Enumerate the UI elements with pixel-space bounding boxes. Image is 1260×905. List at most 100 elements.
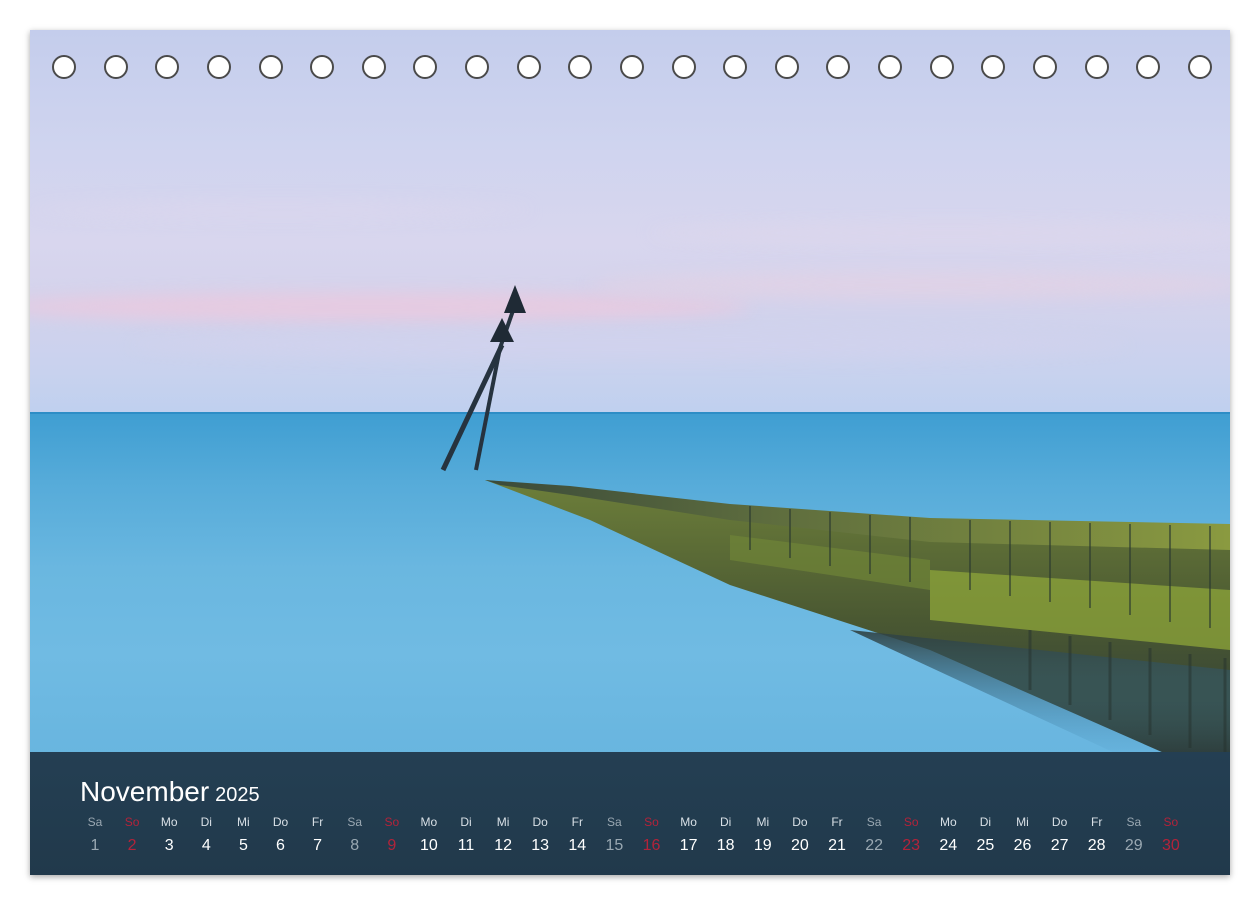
day-cell: Mo 3 xyxy=(149,814,189,856)
binding-ring xyxy=(568,55,593,79)
day-cell: Di 18 xyxy=(706,814,746,856)
weekday-label: Mi xyxy=(1016,815,1029,829)
day-cell: Sa 8 xyxy=(335,814,375,856)
day-number: 12 xyxy=(494,837,512,854)
weekday-label: Fr xyxy=(311,815,324,829)
weekday-label: Fr xyxy=(571,815,583,829)
day-number: 11 xyxy=(457,837,475,854)
month-name: November xyxy=(80,776,210,807)
binding-ring xyxy=(1084,55,1109,79)
day-cell: Mi 5 xyxy=(223,814,263,856)
binding-ring xyxy=(1032,55,1057,79)
day-cell: So 30 xyxy=(1151,814,1191,856)
weekday-label: So xyxy=(903,815,919,829)
binding-ring xyxy=(206,55,231,79)
weekday-label: Sa xyxy=(347,815,363,829)
calendar-banner: November 2025 Sa 1 So 2 Mo 3 Di 4 Mi 5 Do 6 Fr 7 Sa 8 So 9… xyxy=(30,752,1230,875)
day-number: 8 xyxy=(350,837,360,854)
binding-ring xyxy=(258,55,283,79)
groyne xyxy=(485,480,1230,760)
day-number: 30 xyxy=(1161,837,1180,854)
day-cell: Do 6 xyxy=(261,814,301,856)
binding-ring xyxy=(774,55,799,79)
day-number: 15 xyxy=(605,837,624,854)
day-number: 1 xyxy=(90,837,100,854)
beacon-icon xyxy=(440,285,526,472)
binding-ring xyxy=(671,55,696,79)
binding-ring xyxy=(1187,55,1212,79)
day-number: 3 xyxy=(164,837,174,854)
photo-groyne-and-beacon xyxy=(440,285,1230,760)
day-cell: Sa 22 xyxy=(854,814,894,856)
month-title: November 2025 xyxy=(80,776,260,808)
binding-ring xyxy=(619,55,644,79)
binding-ring xyxy=(310,55,335,79)
day-cell: Do 20 xyxy=(780,814,820,856)
day-cell: Di 4 xyxy=(186,814,226,856)
binding-ring xyxy=(361,55,386,79)
day-number: 5 xyxy=(238,837,248,854)
day-cell: Mi 12 xyxy=(483,814,523,856)
day-number: 16 xyxy=(642,837,661,854)
weekday-label: Mo xyxy=(939,815,957,829)
day-number: 4 xyxy=(201,837,211,854)
weekday-label: Do xyxy=(792,815,808,829)
weekday-label: Mi xyxy=(756,815,770,829)
day-cell: Di 25 xyxy=(965,814,1005,856)
day-number: 17 xyxy=(679,837,698,854)
day-number: 24 xyxy=(939,837,958,854)
weekday-label: Mi xyxy=(237,815,250,829)
day-cell: Mo 17 xyxy=(669,814,709,856)
day-cell: Di 11 xyxy=(446,814,486,856)
weekday-label: Di xyxy=(200,815,212,829)
day-cell: Mo 10 xyxy=(409,814,449,856)
binding-ring xyxy=(516,55,541,79)
day-number: 22 xyxy=(865,837,883,854)
weekday-label: Mo xyxy=(160,815,178,829)
day-cell: Do 27 xyxy=(1040,814,1080,856)
day-number: 10 xyxy=(419,837,438,854)
day-number: 18 xyxy=(716,837,735,854)
day-cell: Sa 1 xyxy=(75,814,115,856)
day-number: 29 xyxy=(1124,837,1143,854)
binding-rings xyxy=(52,55,1212,81)
weekday-label: Mo xyxy=(420,815,438,829)
day-number: 23 xyxy=(902,837,921,854)
binding-ring xyxy=(1136,55,1161,79)
day-cell: Fr 7 xyxy=(298,814,338,856)
weekday-label: Fr xyxy=(1091,815,1103,829)
binding-ring xyxy=(723,55,748,79)
day-number: 20 xyxy=(790,837,809,854)
day-cell: Sa 29 xyxy=(1114,814,1154,856)
day-number: 6 xyxy=(276,837,285,854)
day-number: 27 xyxy=(1050,837,1069,854)
day-cell: Fr 14 xyxy=(557,814,597,856)
weekday-label: Sa xyxy=(607,815,622,829)
day-number: 13 xyxy=(531,837,550,854)
weekday-label: Do xyxy=(1051,815,1068,829)
day-number: 25 xyxy=(976,837,995,854)
day-cell: Do 13 xyxy=(520,814,560,856)
day-number: 19 xyxy=(753,837,772,854)
day-cell: Sa 15 xyxy=(594,814,634,856)
day-cell: Fr 28 xyxy=(1077,814,1117,856)
weekday-label: So xyxy=(644,815,659,829)
day-cell: Mo 24 xyxy=(928,814,968,856)
year: 2025 xyxy=(215,784,260,806)
weekday-label: Di xyxy=(460,815,472,829)
binding-ring xyxy=(929,55,954,79)
weekday-label: Do xyxy=(532,815,548,829)
weekday-label: So xyxy=(1163,815,1179,829)
weekday-label: Sa xyxy=(87,815,103,829)
day-number: 28 xyxy=(1087,837,1106,854)
binding-ring xyxy=(155,55,180,79)
binding-ring xyxy=(826,55,851,79)
weekday-label: So xyxy=(384,815,400,829)
binding-ring xyxy=(878,55,902,79)
day-number: 7 xyxy=(313,837,323,854)
binding-ring xyxy=(465,55,489,79)
weekday-label: Do xyxy=(272,815,289,829)
weekday-label: Sa xyxy=(1126,815,1142,829)
day-number: 26 xyxy=(1013,837,1032,854)
day-cell: Mi 26 xyxy=(1003,814,1043,856)
